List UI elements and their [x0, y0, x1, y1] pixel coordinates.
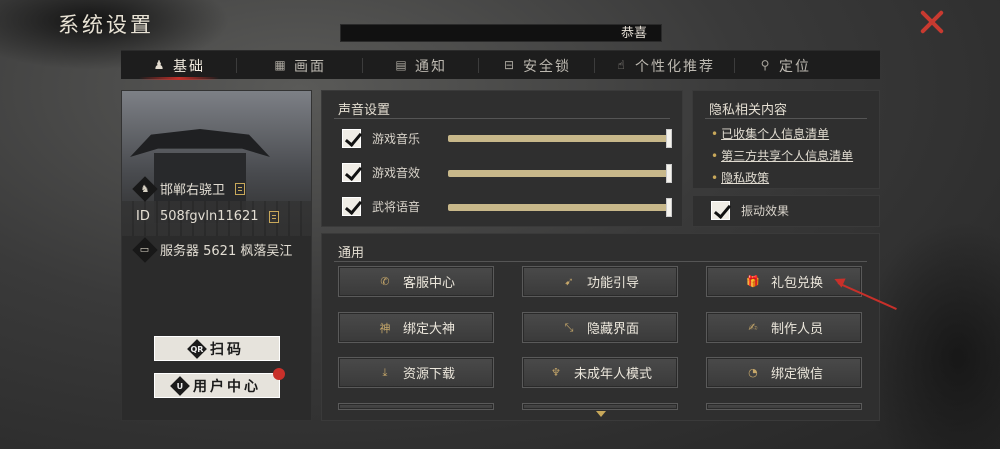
bind-dashen-button[interactable]: 神 绑定大神 [338, 312, 494, 343]
effects-volume-slider[interactable] [448, 164, 672, 183]
button-label: 功能引导 [586, 276, 639, 291]
privacy-panel: 隐私相关内容 已收集个人信息清单 第三方共享个人信息清单 隐私政策 [692, 90, 880, 189]
resource-download-button[interactable]: ⤓ 资源下载 [338, 357, 494, 388]
tab-basic[interactable]: ♟ 基础 [121, 51, 237, 80]
effects-checkbox[interactable] [342, 163, 361, 182]
thumb-up-icon: ☝ [617, 58, 627, 72]
ink-wash-decoration-right [860, 220, 1000, 449]
vibration-row: 振动效果 [711, 201, 789, 220]
customer-service-button[interactable]: ✆ 客服中心 [338, 266, 494, 297]
vibration-label: 振动效果 [741, 204, 790, 218]
guide-icon: ➹ [564, 275, 574, 288]
notification-dot [273, 368, 285, 380]
phone-icon: ✆ [380, 275, 390, 288]
collected-info-link[interactable]: 已收集个人信息清单 [711, 125, 829, 142]
privacy-title: 隐私相关内容 [709, 103, 788, 118]
partial-button-row[interactable] [522, 403, 678, 410]
copy-icon[interactable] [268, 210, 279, 223]
tab-graphics[interactable]: ▦ 画面 [237, 51, 363, 80]
button-label: 礼包兑换 [770, 276, 823, 291]
copy-icon[interactable] [235, 182, 246, 195]
sound-row-effects: 游戏音效 [342, 163, 420, 182]
tab-label: 个性化推荐 [635, 58, 715, 75]
window-title: 系统设置 [58, 13, 154, 37]
shield-wing-icon: ♆ [551, 366, 561, 379]
gift-icon: 🎁 [746, 275, 760, 288]
tab-location[interactable]: ⚲ 定位 [735, 51, 835, 80]
music-label: 游戏音乐 [372, 132, 421, 146]
scan-qr-button[interactable]: QR 扫码 [154, 336, 280, 361]
tab-label: 基础 [173, 58, 205, 75]
picture-icon: ▦ [274, 58, 288, 72]
voice-volume-slider[interactable] [448, 198, 672, 217]
sound-row-voice: 武将语音 [342, 197, 420, 216]
server-info: 服务器 5621 枫落吴江 [160, 244, 293, 259]
notice-banner: 恭喜 [340, 24, 662, 42]
tab-label: 通知 [415, 58, 447, 75]
character-badge-icon: ♞ [132, 175, 158, 202]
minor-mode-button[interactable]: ♆ 未成年人模式 [522, 357, 678, 388]
notice-text: 恭喜 [620, 26, 647, 41]
button-label: 资源下载 [402, 367, 455, 382]
third-party-info-link[interactable]: 第三方共享个人信息清单 [711, 147, 853, 164]
resize-icon: ⤡ [564, 320, 574, 334]
tab-label: 画面 [294, 58, 326, 75]
voice-label: 武将语音 [372, 200, 421, 214]
scroll-down-chevron-icon[interactable] [596, 411, 606, 417]
button-label: 绑定微信 [770, 367, 823, 382]
player-name: 邯郸右骁卫 [160, 183, 226, 198]
privacy-policy-link[interactable]: 隐私政策 [711, 169, 769, 186]
slider-handle[interactable] [666, 129, 672, 148]
button-label: 制作人员 [770, 322, 823, 337]
lock-icon: ⊟ [503, 58, 517, 72]
monitor-badge-icon: ▭ [132, 236, 158, 263]
user-center-button[interactable]: U 用户中心 [154, 373, 280, 398]
tab-label: 安全锁 [523, 58, 571, 75]
button-label: 未成年人模式 [573, 367, 652, 382]
tab-label: 定位 [779, 58, 811, 75]
player-id: 508fgvln11621 [160, 209, 259, 224]
button-label: 客服中心 [402, 276, 455, 291]
tab-personalized-recommend[interactable]: ☝ 个性化推荐 [595, 51, 735, 80]
tab-security-lock[interactable]: ⊟ 安全锁 [479, 51, 595, 80]
sound-settings-panel: 声音设置 游戏音乐 游戏音效 武将语音 [321, 90, 683, 227]
hide-ui-button[interactable]: ⤡ 隐藏界面 [522, 312, 678, 343]
player-id-row: ID 508fgvln11621 [136, 209, 279, 224]
user-icon: U [170, 375, 190, 396]
music-checkbox[interactable] [342, 129, 361, 148]
server-row: ▭ 服务器 5621 枫落吴江 [132, 236, 293, 263]
slider-handle[interactable] [666, 198, 672, 217]
effects-label: 游戏音效 [372, 166, 421, 180]
id-label: ID [136, 209, 150, 224]
button-label: 隐藏界面 [586, 322, 639, 337]
sound-settings-title: 声音设置 [338, 103, 391, 118]
staff-icon: ✍ [748, 321, 758, 334]
qr-icon: QR [187, 338, 207, 359]
feature-guide-button[interactable]: ➹ 功能引导 [522, 266, 678, 297]
player-name-row: ♞ 邯郸右骁卫 [132, 175, 246, 202]
vibration-checkbox[interactable] [711, 201, 730, 220]
tab-notification[interactable]: ▤ 通知 [363, 51, 479, 80]
download-icon: ⤓ [382, 365, 388, 379]
sound-row-music: 游戏音乐 [342, 129, 420, 148]
credits-button[interactable]: ✍ 制作人员 [706, 312, 862, 343]
god-icon: 神 [379, 321, 391, 335]
music-volume-slider[interactable] [448, 129, 672, 148]
wechat-icon: ◔ [748, 366, 758, 379]
vibration-panel: 振动效果 [692, 195, 880, 227]
location-pin-icon: ⚲ [760, 58, 772, 72]
settings-tab-bar: ♟ 基础 ▦ 画面 ▤ 通知 ⊟ 安全锁 ☝ 个性化推荐 ⚲ 定位 [121, 50, 880, 80]
general-title: 通用 [338, 246, 365, 261]
chat-icon: ▤ [395, 58, 409, 72]
slider-handle[interactable] [666, 164, 672, 183]
voice-checkbox[interactable] [342, 197, 361, 216]
user-center-label: 用户中心 [193, 378, 261, 395]
partial-button-row[interactable] [706, 403, 862, 410]
partial-button-row[interactable] [338, 403, 494, 410]
close-icon[interactable] [918, 8, 946, 36]
bind-wechat-button[interactable]: ◔ 绑定微信 [706, 357, 862, 388]
button-label: 绑定大神 [402, 322, 455, 337]
scan-button-label: 扫码 [210, 341, 244, 358]
character-icon: ♟ [153, 58, 167, 72]
